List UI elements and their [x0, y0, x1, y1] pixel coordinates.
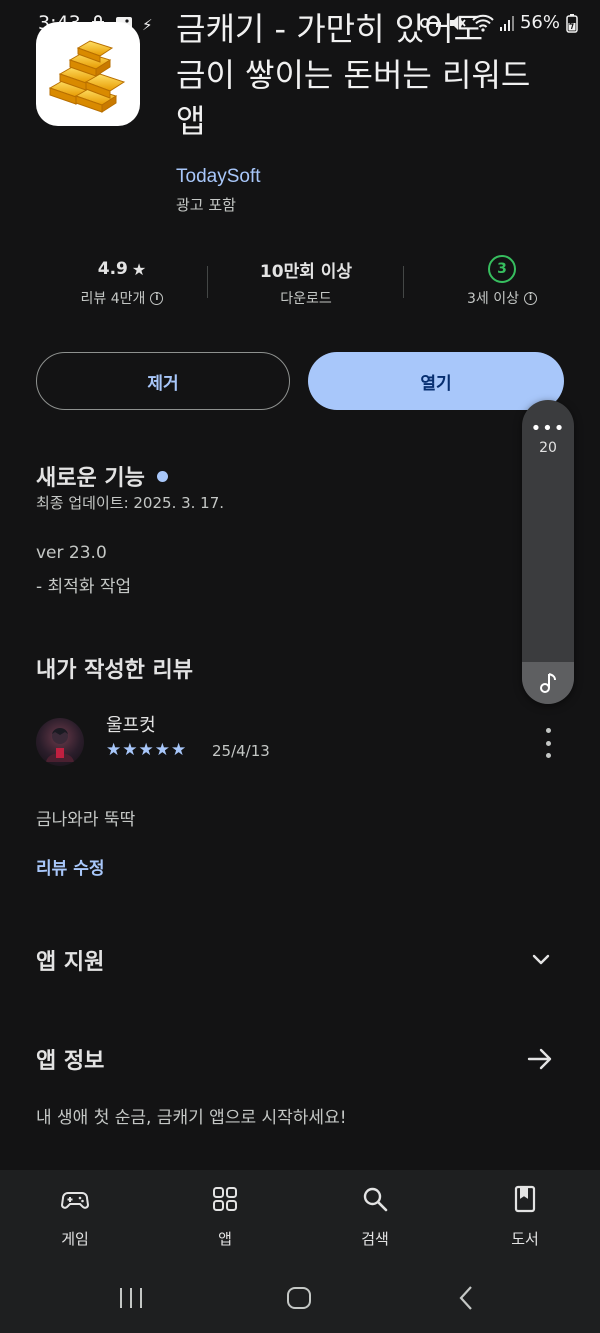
- star-icon: ★: [122, 740, 138, 760]
- svg-text:⚡: ⚡: [142, 16, 153, 34]
- app-icon: [36, 22, 140, 126]
- book-icon: [514, 1185, 536, 1213]
- edit-review-link[interactable]: 리뷰 수정: [36, 854, 104, 879]
- chevron-down-icon[interactable]: [528, 946, 554, 972]
- stat-divider: [207, 266, 208, 298]
- downloads-stat: 10만회 이상 다운로드: [226, 254, 386, 308]
- review-date: 25/4/13: [212, 742, 270, 760]
- rating-value: 4.9: [97, 259, 128, 279]
- reviewer-name: 울프컷: [106, 715, 156, 736]
- star-icon: ★: [106, 740, 122, 760]
- star-icon: ★: [154, 740, 170, 760]
- rating-stat[interactable]: 4.9 ★ 리뷰 4만개 i: [42, 254, 202, 308]
- contains-ads-note: 광고 포함: [176, 196, 236, 214]
- developer-link[interactable]: TodaySoft: [176, 166, 261, 188]
- star-icon: ★: [138, 740, 154, 760]
- open-button[interactable]: 열기: [308, 352, 564, 410]
- nav-item-apps[interactable]: 앱: [175, 1184, 275, 1249]
- nav-item-search[interactable]: 검색: [325, 1184, 425, 1249]
- star-icon: ★: [131, 259, 147, 279]
- app-title-line: 금이 쌓이는 돈버는 리워드: [176, 56, 531, 94]
- nav-label: 게임: [61, 1230, 89, 1248]
- data-saver-icon: ⚡: [142, 16, 153, 34]
- nav-item-games[interactable]: 게임: [25, 1184, 125, 1249]
- app-title-line: 앱: [176, 102, 206, 140]
- gold-bars-icon: [48, 40, 126, 113]
- nav-item-books[interactable]: 도서: [475, 1184, 575, 1249]
- recent-apps-icon[interactable]: [118, 1286, 144, 1310]
- age-rating-badge: 3: [488, 255, 516, 283]
- nav-label: 앱: [218, 1230, 232, 1248]
- side-panel-count: 20: [539, 440, 557, 456]
- home-icon[interactable]: [286, 1286, 312, 1310]
- music-note-button[interactable]: [522, 662, 574, 704]
- age-rating-label: 3세 이상: [467, 291, 519, 307]
- system-navigation-bar: [0, 1270, 600, 1333]
- info-icon: i: [150, 291, 164, 305]
- more-dots-icon[interactable]: •••: [522, 418, 574, 439]
- app-support-title[interactable]: 앱 지원: [36, 944, 104, 976]
- more-vert-icon[interactable]: [538, 728, 558, 758]
- review-stars: ★ ★ ★ ★ ★: [106, 740, 186, 760]
- gamepad-icon: [60, 1192, 90, 1209]
- star-icon: ★: [171, 740, 187, 760]
- nav-label: 도서: [511, 1230, 539, 1248]
- back-icon[interactable]: [456, 1285, 476, 1311]
- info-icon: i: [524, 291, 537, 305]
- app-info-title[interactable]: 앱 정보: [36, 1043, 104, 1075]
- last-updated: 최종 업데이트: 2025. 3. 17.: [36, 494, 225, 512]
- downloads-value: 10만회 이상: [259, 261, 353, 282]
- app-title: 금캐기 - 가만히 있어도 금이 쌓이는 돈버는 리워드 앱: [176, 10, 576, 144]
- whats-new-title[interactable]: 새로운 기능: [36, 460, 168, 492]
- review-text: 금나와라 뚝딱: [36, 810, 136, 830]
- avatar: [36, 718, 84, 766]
- apps-grid-icon: [213, 1187, 237, 1211]
- rating-label: 리뷰 4만개: [80, 291, 146, 307]
- new-indicator-dot: [156, 470, 168, 482]
- search-icon: [363, 1187, 388, 1212]
- avatar-image: [46, 728, 74, 762]
- app-info-description: 내 생애 첫 순금, 금캐기 앱으로 시작하세요!: [36, 1108, 347, 1128]
- downloads-label: 다운로드: [280, 291, 332, 307]
- app-title-line: 금캐기 - 가만히 있어도: [176, 10, 484, 48]
- bottom-navigation: 게임 앱 검색 도서: [0, 1170, 600, 1270]
- stat-divider: [403, 266, 404, 298]
- music-note-icon: [540, 673, 556, 693]
- uninstall-button[interactable]: 제거: [36, 352, 290, 410]
- age-rating-stat[interactable]: 3 3세 이상 i: [422, 254, 582, 308]
- my-review-title: 내가 작성한 리뷰: [36, 658, 193, 683]
- nav-label: 검색: [361, 1230, 389, 1248]
- whats-new-label: 새로운 기능: [36, 466, 145, 491]
- floating-side-panel[interactable]: ••• 20: [522, 400, 574, 704]
- version-text: ver 23.0: [36, 543, 107, 563]
- changelog-text: - 최적화 작업: [36, 577, 132, 597]
- arrow-right-icon[interactable]: [526, 1046, 554, 1072]
